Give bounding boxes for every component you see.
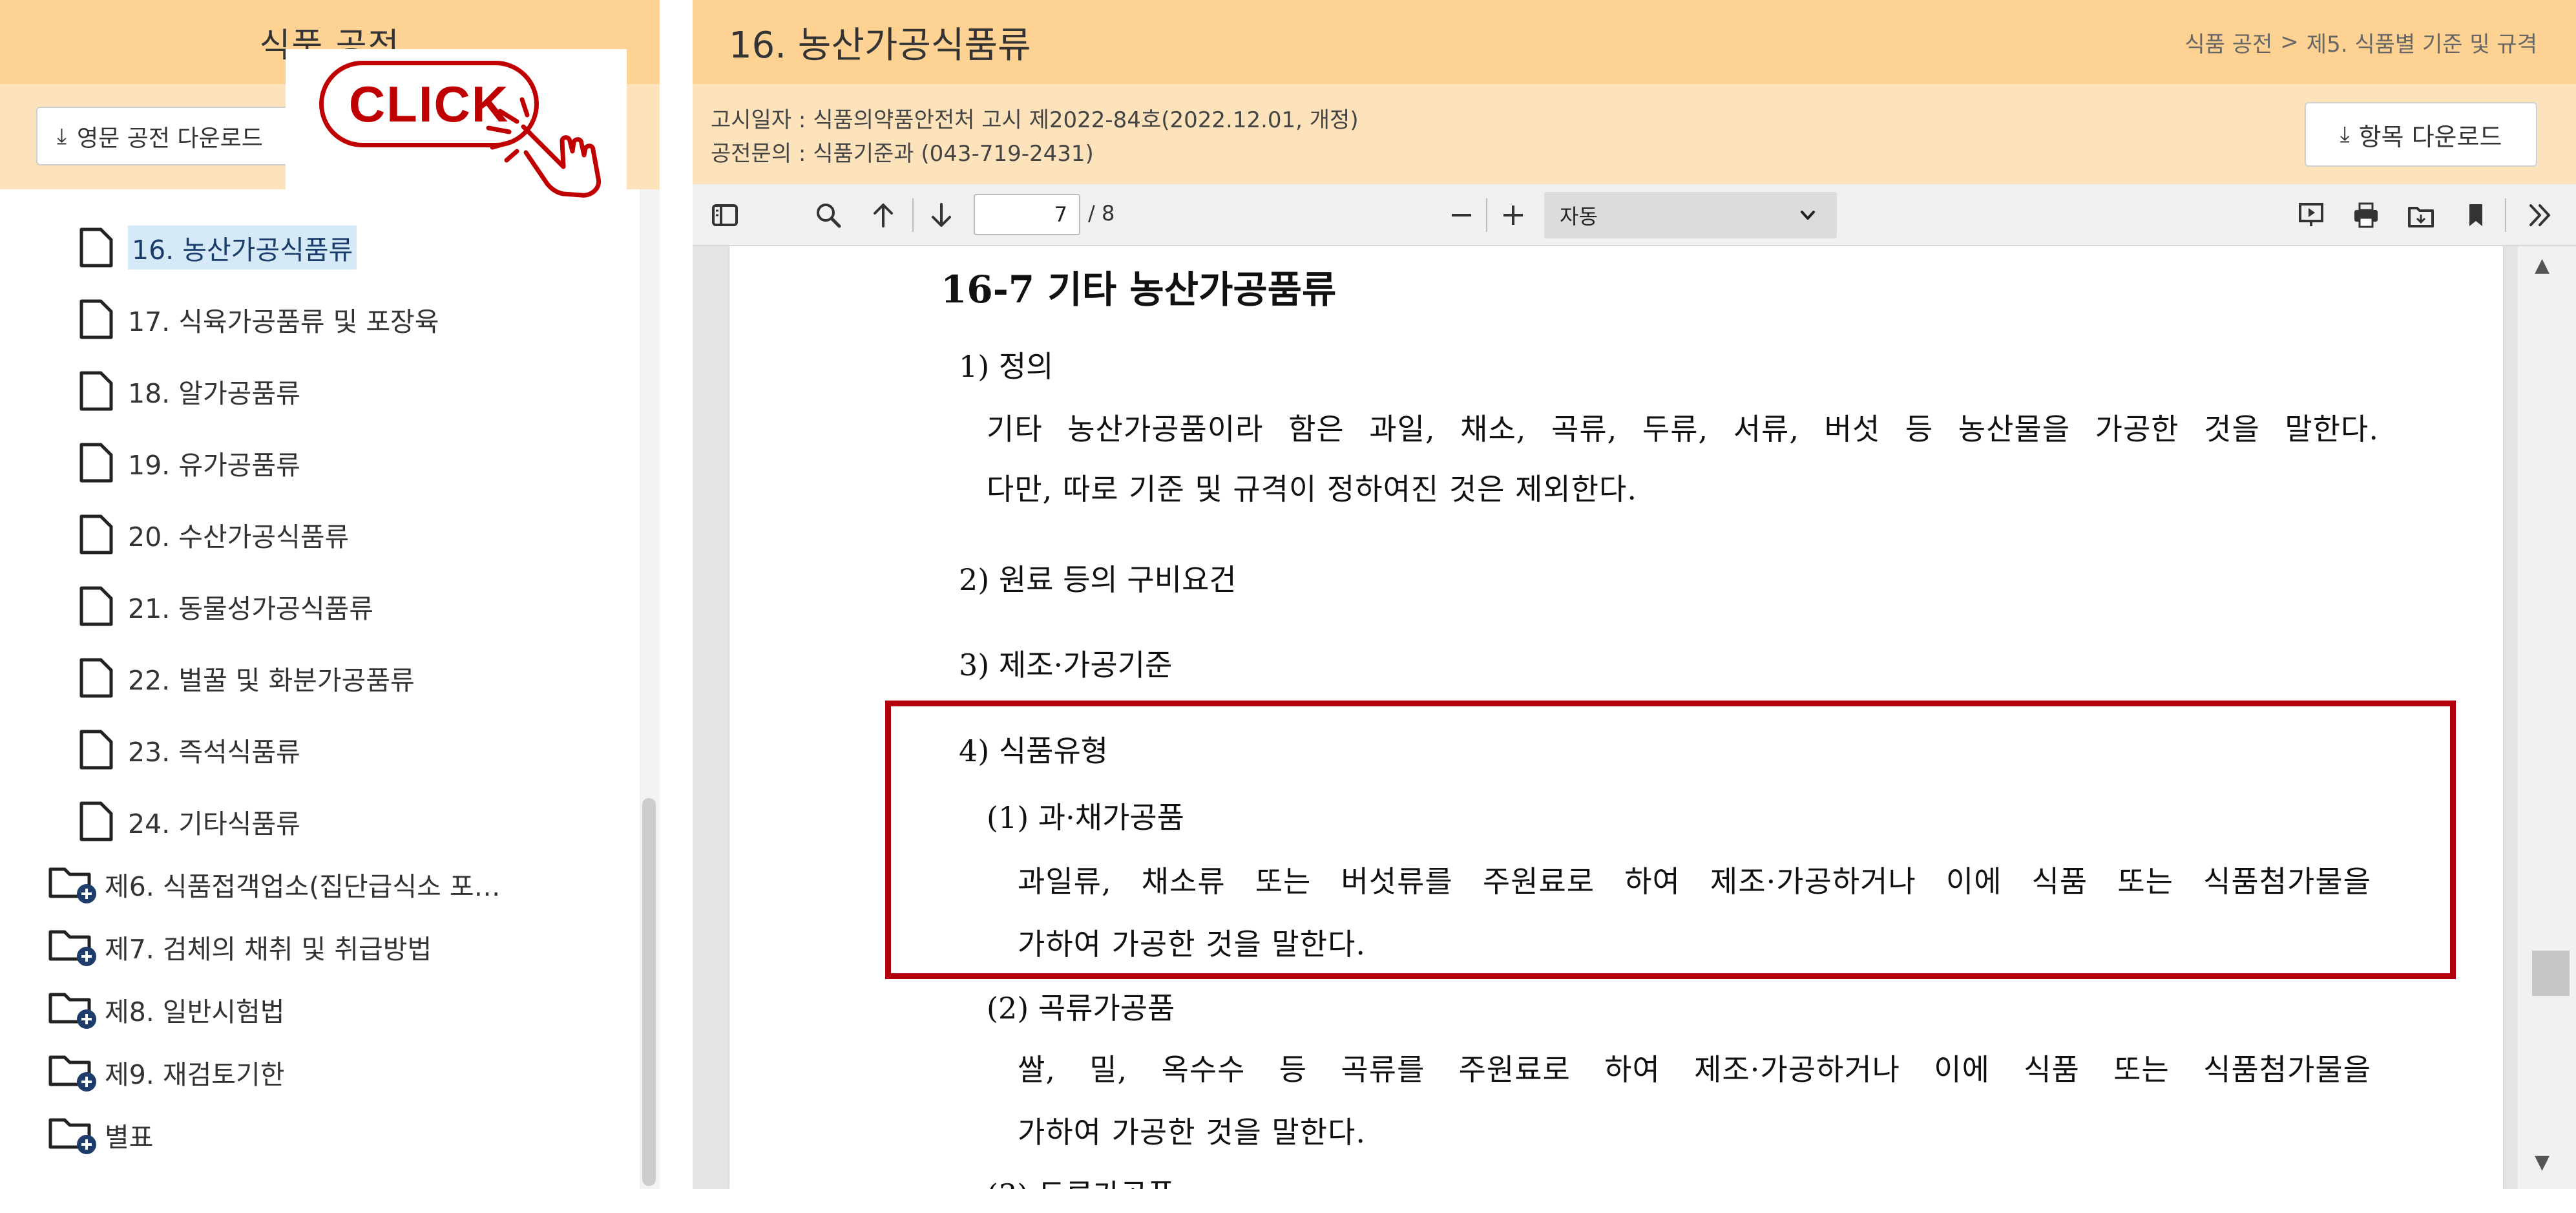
document-icon (79, 299, 113, 339)
highlight-box (885, 701, 2456, 979)
pdf-viewport[interactable]: 16-7 기타 농산가공품류 1) 정의 기타 농산가공품이라 함은 과일, 채… (693, 246, 2518, 1189)
pdf-page: 16-7 기타 농산가공품류 1) 정의 기타 농산가공품이라 함은 과일, 채… (729, 246, 2503, 1189)
arrow-up-icon[interactable] (864, 196, 903, 235)
body-line: 기타 농산가공품이라 함은 과일, 채소, 곡류, 두류, 서류, 버섯 등 농… (987, 412, 2379, 447)
presentation-icon[interactable] (2292, 196, 2330, 235)
folder-plus-icon (48, 1055, 96, 1092)
sidebar-toggle-icon[interactable] (706, 196, 744, 235)
tree-item-label: 18. 알가공품류 (128, 378, 300, 409)
subsection-heading: (3) 두류가공품 (987, 1172, 1175, 1189)
page-number-input[interactable] (974, 194, 1080, 235)
tree-folder-9[interactable]: 제9. 재검토기한 (48, 1046, 284, 1098)
tree-item-label: 23. 즉석식품류 (128, 737, 300, 768)
tree-folder-label: 제9. 재검토기한 (105, 1059, 285, 1090)
print-icon[interactable] (2347, 196, 2385, 235)
document-header: 16. 농산가공식품류 식품 공전 > 제5. 식품별 기준 및 규격 (693, 0, 2576, 84)
document-icon (79, 514, 113, 554)
pdf-toolbar: / 8 자동 (693, 184, 2576, 246)
zoom-select-value: 자동 (1560, 204, 1598, 229)
tree-item-label: 17. 식육가공품류 및 포장육 (128, 306, 439, 337)
tree-item-24[interactable]: 24. 기타식품류 (79, 796, 300, 847)
tree-item-18[interactable]: 18. 알가공품류 (79, 365, 300, 417)
document-info-bar: 고시일자 : 식품의약품안전처 고시 제2022-84호(2022.12.01,… (693, 84, 2576, 184)
double-chevron-right-icon[interactable] (2521, 196, 2560, 235)
tree-folder-6[interactable]: 제6. 식품접객업소(집단급식소 포… (48, 858, 501, 910)
breadcrumb-separator: > (2280, 29, 2299, 55)
section-heading: 2) 원료 등의 구비요건 (959, 562, 1237, 597)
tree-item-19[interactable]: 19. 유가공품류 (79, 437, 300, 489)
folder-plus-icon (48, 930, 96, 966)
tree-item-16[interactable]: 16. 농산가공식품류 (79, 222, 357, 273)
page-total: / 8 (1088, 201, 1115, 226)
search-icon[interactable] (809, 196, 848, 235)
save-icon[interactable] (2402, 196, 2440, 235)
toolbar-separator (912, 198, 914, 232)
breadcrumb-item[interactable]: 제5. 식품별 기준 및 규격 (2307, 26, 2537, 58)
tree-folder-appendix[interactable]: 별표 (48, 1109, 153, 1161)
pointer-hand-icon (486, 97, 602, 198)
tree-item-17[interactable]: 17. 식육가공품류 및 포장육 (79, 293, 439, 345)
tree-folder-8[interactable]: 제8. 일반시험법 (48, 984, 284, 1035)
item-download-button[interactable]: ⤓ 항목 다운로드 (2305, 102, 2537, 167)
pdf-scrollbar[interactable]: ▲ ▼ (2518, 246, 2576, 1189)
toolbar-separator (2505, 198, 2506, 232)
bottom-strip (0, 1189, 2576, 1213)
scroll-down-arrow[interactable]: ▼ (2535, 1151, 2550, 1174)
pdf-scrollbar-thumb[interactable] (2532, 951, 2570, 996)
section-title: 16-7 기타 농산가공품류 (941, 268, 1337, 311)
tree-item-21[interactable]: 21. 동물성가공식품류 (79, 580, 373, 632)
click-callout: CLICK (286, 49, 627, 198)
tree-item-label: 24. 기타식품류 (128, 808, 300, 839)
folder-plus-icon (48, 1118, 96, 1154)
arrow-down-icon[interactable] (922, 196, 961, 235)
tree-item-label: 20. 수산가공식품류 (128, 522, 350, 553)
tree-folder-label: 별표 (105, 1122, 154, 1153)
toolbar-separator (1486, 198, 1487, 232)
zoom-select[interactable]: 자동 (1544, 192, 1837, 238)
contact-info: 공전문의 : 식품기준과 (043-719-2431) (711, 141, 1094, 167)
toc-tree: 16. 농산가공식품류 17. 식육가공품류 및 포장육 18. 알가공품류 1… (0, 189, 640, 1189)
document-icon (79, 801, 113, 841)
tree-folder-label: 제7. 검체의 채취 및 취급방법 (105, 934, 432, 965)
section-heading: 3) 제조·가공기준 (959, 648, 1173, 682)
tree-item-23[interactable]: 23. 즉석식품류 (79, 724, 300, 775)
folder-plus-icon (48, 867, 96, 903)
body-line: 쌀, 밀, 옥수수 등 곡류를 주원료로 하여 제조·가공하거나 이에 식품 또… (1018, 1052, 2371, 1087)
download-icon: ⤓ (57, 123, 67, 149)
section-heading: 1) 정의 (959, 349, 1054, 384)
item-download-label: 항목 다운로드 (2358, 122, 2502, 151)
tree-folder-label: 제8. 일반시험법 (105, 997, 285, 1028)
tree-item-label: 22. 벌꿀 및 화분가공품류 (128, 665, 415, 696)
english-download-label: 영문 공전 다운로드 (77, 125, 263, 152)
folder-plus-icon (48, 993, 96, 1029)
body-line: 가하여 가공한 것을 말한다. (1018, 1115, 1367, 1150)
bookmark-icon[interactable] (2456, 196, 2495, 235)
notice-info: 고시일자 : 식품의약품안전처 고시 제2022-84호(2022.12.01,… (711, 107, 1359, 133)
tree-folder-label: 제6. 식품접객업소(집단급식소 포… (105, 871, 501, 902)
tree-item-22[interactable]: 22. 벌꿀 및 화분가공품류 (79, 652, 415, 704)
zoom-out-icon[interactable] (1442, 196, 1481, 235)
document-icon (79, 227, 113, 268)
tree-item-label: 21. 동물성가공식품류 (128, 593, 373, 624)
tree-item-label: 16. 농산가공식품류 (128, 226, 357, 269)
breadcrumb-item[interactable]: 식품 공전 (2184, 26, 2272, 58)
document-icon (79, 371, 113, 411)
tree-item-label: 19. 유가공품류 (128, 450, 300, 481)
toc-scrollbar-thumb[interactable] (642, 798, 656, 1186)
document-icon (79, 730, 113, 770)
download-icon: ⤓ (2340, 121, 2350, 147)
page-title: 16. 농산가공식품류 (729, 24, 1031, 67)
tree-item-20[interactable]: 20. 수산가공식품류 (79, 509, 349, 560)
english-download-button[interactable]: ⤓ 영문 공전 다운로드 (36, 107, 320, 165)
document-icon (79, 443, 113, 483)
zoom-in-icon[interactable] (1494, 196, 1533, 235)
document-icon (79, 586, 113, 626)
tree-folder-7[interactable]: 제7. 검체의 채취 및 취급방법 (48, 921, 432, 973)
subsection-heading: (2) 곡류가공품 (987, 991, 1175, 1026)
document-icon (79, 658, 113, 698)
scroll-up-arrow[interactable]: ▲ (2535, 254, 2550, 277)
body-line: 다만, 따로 기준 및 규격이 정하여진 것은 제외한다. (987, 472, 1637, 507)
chevron-down-icon (1801, 211, 1815, 220)
breadcrumb: 식품 공전 > 제5. 식품별 기준 및 규격 (2184, 0, 2537, 84)
